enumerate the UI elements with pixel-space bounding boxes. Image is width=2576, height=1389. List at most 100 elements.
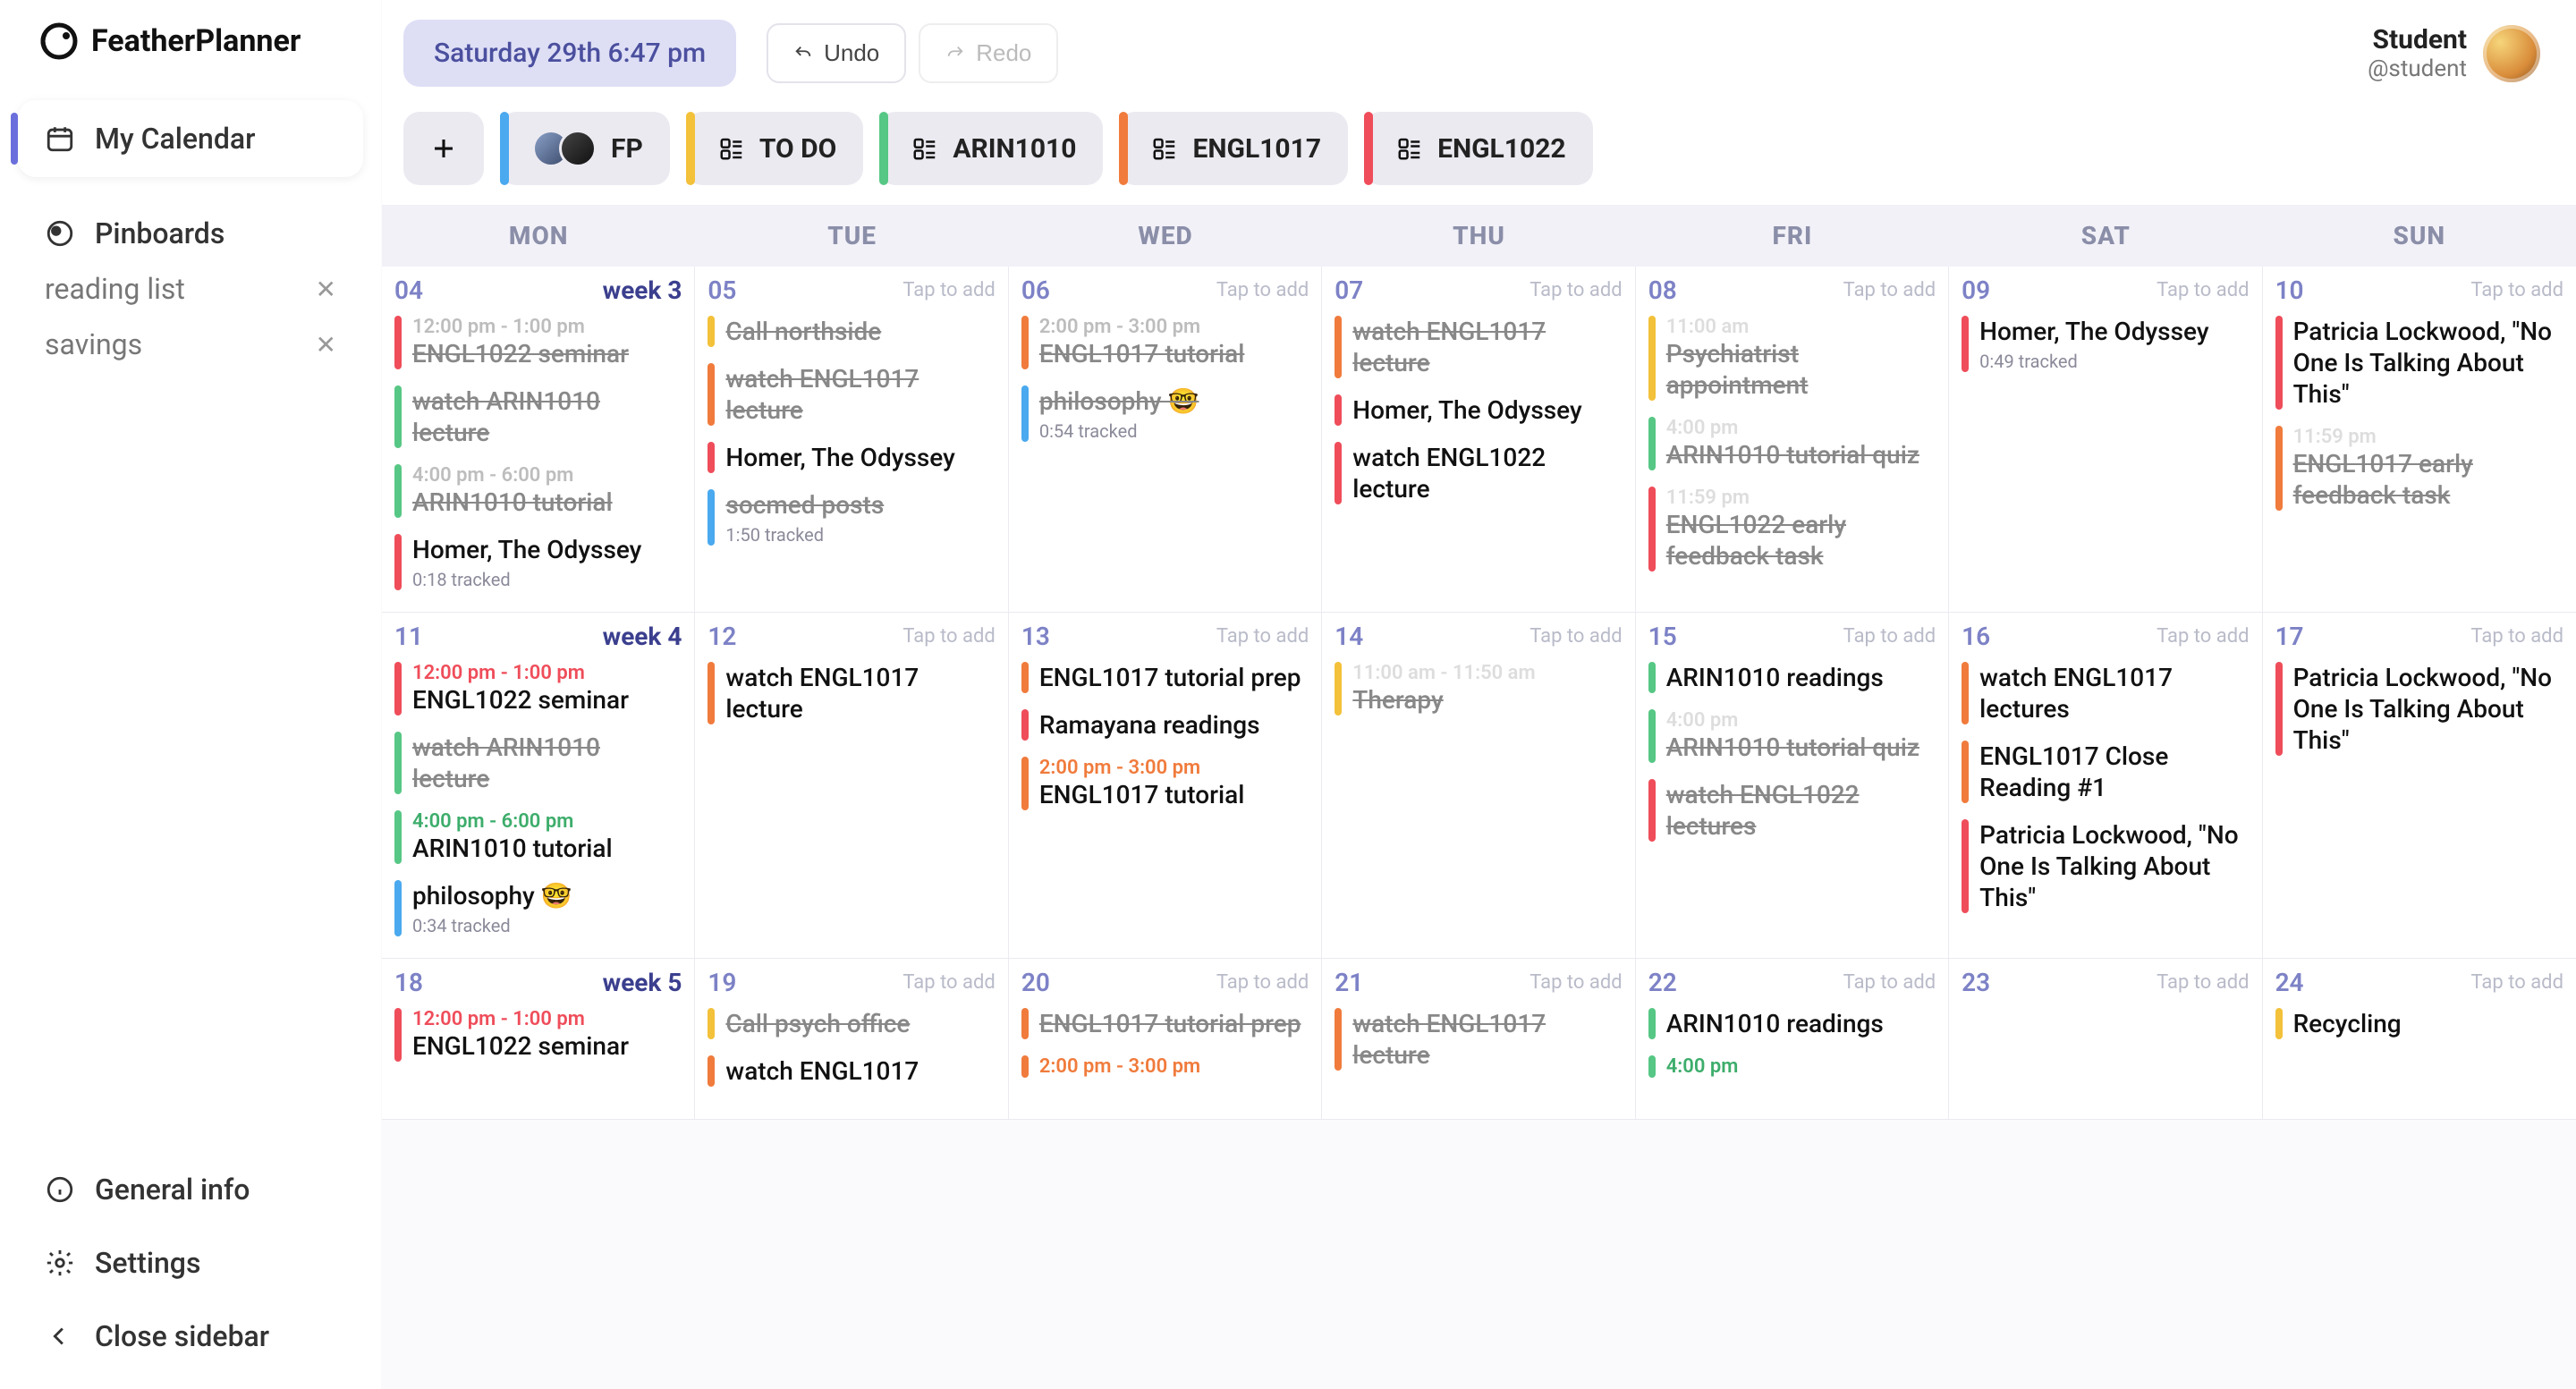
- calendar-event[interactable]: Recycling: [2275, 1004, 2563, 1043]
- calendar-event[interactable]: 4:00 pm: [1648, 1052, 1936, 1081]
- tap-to-add[interactable]: Tap to add: [902, 279, 995, 301]
- day-cell[interactable]: 23Tap to add: [1949, 959, 2262, 1120]
- redo-button[interactable]: Redo: [919, 23, 1058, 83]
- tap-to-add[interactable]: Tap to add: [2471, 625, 2563, 648]
- day-cell[interactable]: 20Tap to addENGL1017 tutorial prep2:00 p…: [1009, 959, 1322, 1120]
- calendar-event[interactable]: 12:00 pm - 1:00 pmENGL1022 seminar: [394, 658, 682, 719]
- tab-arin1010[interactable]: ARIN1010: [879, 112, 1103, 185]
- day-cell[interactable]: 04week 312:00 pm - 1:00 pmENGL1022 semin…: [382, 267, 695, 613]
- day-cell[interactable]: 13Tap to addENGL1017 tutorial prepRamaya…: [1009, 613, 1322, 959]
- calendar-event[interactable]: 4:00 pm - 6:00 pmARIN1010 tutorial: [394, 807, 682, 868]
- day-cell[interactable]: 14Tap to add11:00 am - 11:50 amTherapy: [1322, 613, 1635, 959]
- current-datetime[interactable]: Saturday 29th 6:47 pm: [403, 20, 736, 87]
- close-icon[interactable]: ✕: [316, 330, 336, 360]
- calendar-event[interactable]: watch ENGL1017: [708, 1052, 995, 1090]
- calendar-event[interactable]: watch ARIN1010 lecture: [394, 728, 682, 798]
- calendar-event[interactable]: 11:00 am - 11:50 amTherapy: [1335, 658, 1622, 719]
- tap-to-add[interactable]: Tap to add: [2157, 625, 2249, 648]
- tap-to-add[interactable]: Tap to add: [1530, 625, 1622, 648]
- tap-to-add[interactable]: Tap to add: [2157, 279, 2249, 301]
- tap-to-add[interactable]: Tap to add: [2471, 971, 2563, 994]
- day-cell[interactable]: 10Tap to addPatricia Lockwood, "No One I…: [2263, 267, 2576, 613]
- day-cell[interactable]: 15Tap to addARIN1010 readings4:00 pmARIN…: [1636, 613, 1949, 959]
- calendar-event[interactable]: Ramayana readings: [1021, 706, 1309, 744]
- calendar-event[interactable]: 12:00 pm - 1:00 pmENGL1022 seminar: [394, 1004, 682, 1065]
- calendar-event[interactable]: watch ARIN1010 lecture: [394, 382, 682, 452]
- tap-to-add[interactable]: Tap to add: [902, 971, 995, 994]
- calendar-event[interactable]: watch ENGL1017 lecture: [1335, 312, 1622, 382]
- day-cell[interactable]: 19Tap to addCall psych officewatch ENGL1…: [695, 959, 1008, 1120]
- close-icon[interactable]: ✕: [316, 275, 336, 304]
- calendar-event[interactable]: watch ENGL1022 lectures: [1648, 775, 1936, 845]
- calendar-event[interactable]: ENGL1017 tutorial prep: [1021, 1004, 1309, 1043]
- calendar-event[interactable]: Homer, The Odyssey: [708, 438, 995, 477]
- nav-my-calendar[interactable]: My Calendar: [18, 100, 363, 177]
- tap-to-add[interactable]: Tap to add: [1843, 279, 1936, 301]
- day-cell[interactable]: 11week 412:00 pm - 1:00 pmENGL1022 semin…: [382, 613, 695, 959]
- calendar-event[interactable]: ARIN1010 readings: [1648, 658, 1936, 697]
- calendar-event[interactable]: 4:00 pmARIN1010 tutorial quiz: [1648, 413, 1936, 474]
- tap-to-add[interactable]: Tap to add: [1530, 279, 1622, 301]
- calendar-event[interactable]: ENGL1017 Close Reading #1: [1962, 737, 2249, 807]
- calendar-event[interactable]: 11:00 amPsychiatrist appointment: [1648, 312, 1936, 404]
- tab-engl1022[interactable]: ENGL1022: [1364, 112, 1593, 185]
- calendar-event[interactable]: Patricia Lockwood, "No One Is Talking Ab…: [2275, 658, 2563, 759]
- user-menu[interactable]: Student @student: [2368, 24, 2540, 82]
- calendar-event[interactable]: watch ENGL1022 lecture: [1335, 438, 1622, 508]
- calendar-event[interactable]: 2:00 pm - 3:00 pm: [1021, 1052, 1309, 1081]
- calendar-event[interactable]: Patricia Lockwood, "No One Is Talking Ab…: [1962, 816, 2249, 917]
- calendar-event[interactable]: socmed posts1:50 tracked: [708, 486, 995, 549]
- calendar-event[interactable]: Homer, The Odyssey0:18 tracked: [394, 530, 682, 594]
- nav-pinboards[interactable]: Pinboards: [18, 177, 363, 261]
- day-cell[interactable]: 21Tap to addwatch ENGL1017 lecture: [1322, 959, 1635, 1120]
- calendar-event[interactable]: watch ENGL1017 lectures: [1962, 658, 2249, 728]
- calendar-event[interactable]: philosophy 🤓0:34 tracked: [394, 877, 682, 940]
- calendar-event[interactable]: watch ENGL1017 lecture: [1335, 1004, 1622, 1074]
- calendar-event[interactable]: 4:00 pmARIN1010 tutorial quiz: [1648, 706, 1936, 766]
- calendar-event[interactable]: 2:00 pm - 3:00 pmENGL1017 tutorial: [1021, 312, 1309, 373]
- day-cell[interactable]: 17Tap to addPatricia Lockwood, "No One I…: [2263, 613, 2576, 959]
- day-cell[interactable]: 07Tap to addwatch ENGL1017 lectureHomer,…: [1322, 267, 1635, 613]
- calendar-event[interactable]: Homer, The Odyssey: [1335, 391, 1622, 429]
- calendar-event[interactable]: 11:59 pmENGL1017 early feedback task: [2275, 422, 2563, 514]
- day-cell[interactable]: 22Tap to addARIN1010 readings4:00 pm: [1636, 959, 1949, 1120]
- nav-close-sidebar[interactable]: Close sidebar: [18, 1301, 363, 1371]
- calendar-event[interactable]: Call psych office: [708, 1004, 995, 1043]
- day-cell[interactable]: 12Tap to addwatch ENGL1017 lecture: [695, 613, 1008, 959]
- day-cell[interactable]: 18week 512:00 pm - 1:00 pmENGL1022 semin…: [382, 959, 695, 1120]
- calendar-event[interactable]: philosophy 🤓0:54 tracked: [1021, 382, 1309, 445]
- calendar-event[interactable]: 2:00 pm - 3:00 pmENGL1017 tutorial: [1021, 753, 1309, 814]
- day-cell[interactable]: 24Tap to addRecycling: [2263, 959, 2576, 1120]
- calendar-event[interactable]: Homer, The Odyssey0:49 tracked: [1962, 312, 2249, 376]
- day-cell[interactable]: 06Tap to add2:00 pm - 3:00 pmENGL1017 tu…: [1009, 267, 1322, 613]
- calendar-event[interactable]: watch ENGL1017 lecture: [708, 658, 995, 728]
- tab-engl1017[interactable]: ENGL1017: [1119, 112, 1348, 185]
- calendar-event[interactable]: Call northside: [708, 312, 995, 351]
- tap-to-add[interactable]: Tap to add: [1216, 971, 1309, 994]
- calendar-event[interactable]: 4:00 pm - 6:00 pmARIN1010 tutorial: [394, 461, 682, 521]
- add-tab-button[interactable]: [403, 112, 484, 185]
- undo-button[interactable]: Undo: [767, 23, 906, 83]
- tap-to-add[interactable]: Tap to add: [2471, 279, 2563, 301]
- calendar-event[interactable]: ARIN1010 readings: [1648, 1004, 1936, 1043]
- tap-to-add[interactable]: Tap to add: [1843, 971, 1936, 994]
- calendar-event[interactable]: watch ENGL1017 lecture: [708, 360, 995, 429]
- calendar-event[interactable]: 11:59 pmENGL1022 early feedback task: [1648, 483, 1936, 575]
- calendar-event[interactable]: 12:00 pm - 1:00 pmENGL1022 seminar: [394, 312, 682, 373]
- day-cell[interactable]: 16Tap to addwatch ENGL1017 lecturesENGL1…: [1949, 613, 2262, 959]
- tap-to-add[interactable]: Tap to add: [1216, 625, 1309, 648]
- day-cell[interactable]: 05Tap to addCall northsidewatch ENGL1017…: [695, 267, 1008, 613]
- tap-to-add[interactable]: Tap to add: [1530, 971, 1622, 994]
- tap-to-add[interactable]: Tap to add: [902, 625, 995, 648]
- pinboard-item[interactable]: reading list✕: [18, 261, 363, 317]
- day-cell[interactable]: 09Tap to addHomer, The Odyssey0:49 track…: [1949, 267, 2262, 613]
- tap-to-add[interactable]: Tap to add: [1216, 279, 1309, 301]
- calendar-event[interactable]: ENGL1017 tutorial prep: [1021, 658, 1309, 697]
- day-cell[interactable]: 08Tap to add11:00 amPsychiatrist appoint…: [1636, 267, 1949, 613]
- tab-fp[interactable]: FP: [500, 112, 670, 185]
- app-logo[interactable]: FeatherPlanner: [18, 21, 363, 61]
- calendar-event[interactable]: Patricia Lockwood, "No One Is Talking Ab…: [2275, 312, 2563, 413]
- nav-settings[interactable]: Settings: [18, 1228, 363, 1298]
- tap-to-add[interactable]: Tap to add: [1843, 625, 1936, 648]
- nav-general-info[interactable]: General info: [18, 1155, 363, 1224]
